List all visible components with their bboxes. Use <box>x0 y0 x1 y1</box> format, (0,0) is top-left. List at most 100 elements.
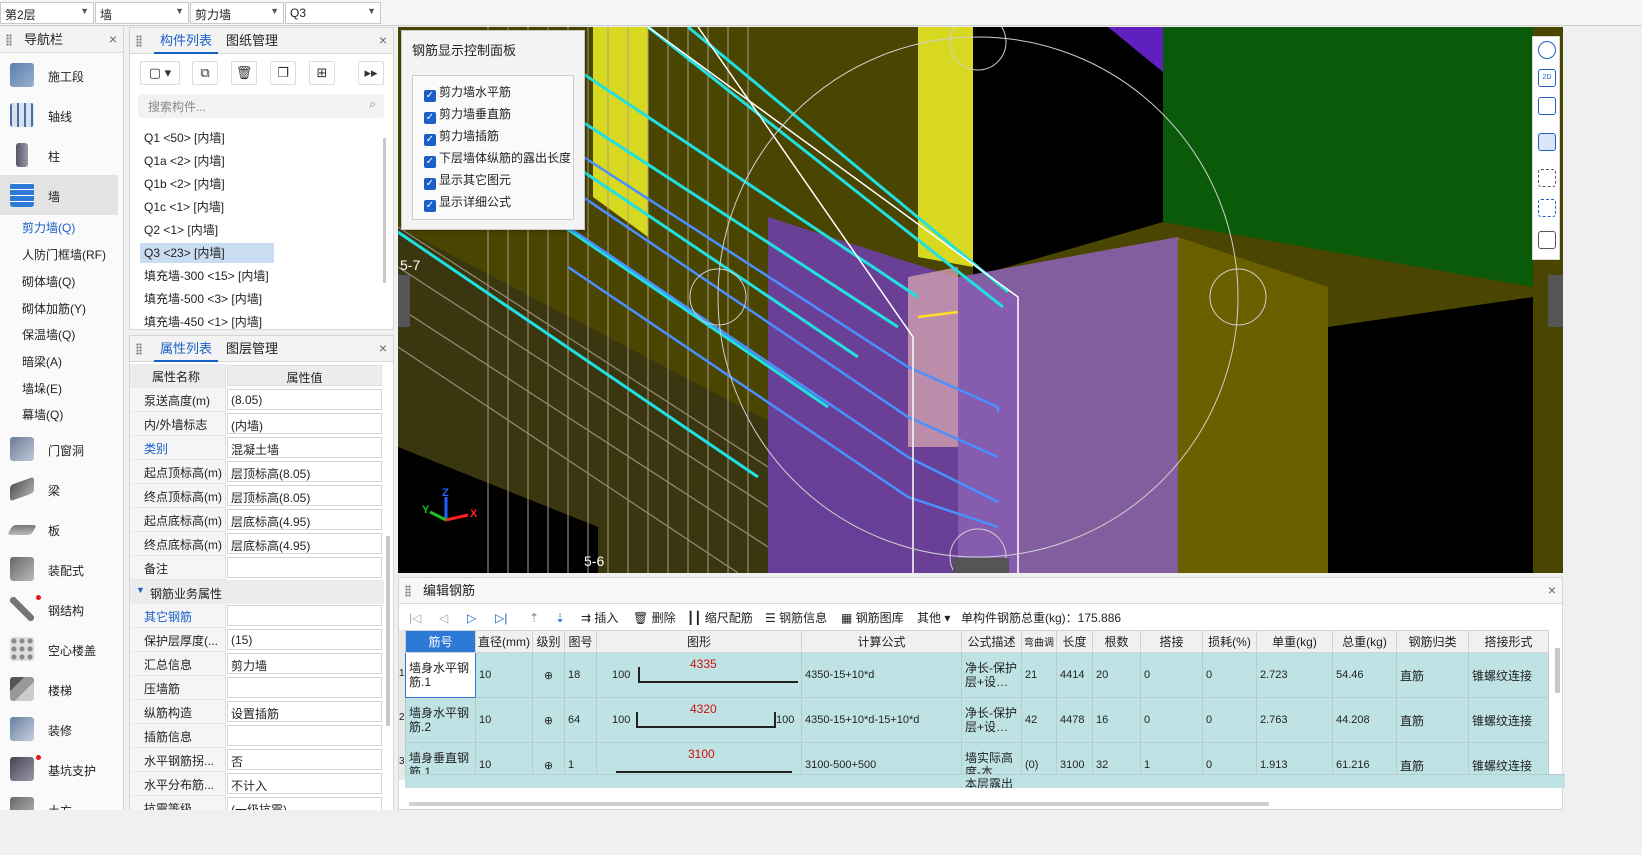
cube-select-icon[interactable] <box>1538 199 1556 217</box>
nav-sub-wall-pier[interactable]: 墙垛(E) <box>22 378 62 400</box>
nav-item-hollow-floor[interactable]: 空心楼盖 <box>0 629 118 669</box>
figure-number-cell[interactable]: 64 <box>564 697 597 743</box>
component-dropdown[interactable]: Q3 ▼ <box>285 2 381 24</box>
nav-sub-civil-defense-wall[interactable]: 人防门框墙(RF) <box>22 244 106 266</box>
rebar-class-cell[interactable]: 直筋 <box>1396 697 1469 743</box>
prev-record-button[interactable]: ◁ <box>439 608 448 628</box>
property-value-input[interactable]: 否 <box>227 749 382 770</box>
grade-cell[interactable]: ⊕ <box>532 697 565 743</box>
move-up-icon[interactable]: ⇡ <box>529 608 539 628</box>
insert-button[interactable]: ⇉ 插入 <box>581 608 618 628</box>
formula-desc-cell[interactable]: 净长-保护层+设… <box>961 697 1022 743</box>
save-layer-button[interactable]: ⊞ <box>309 61 335 85</box>
property-value-input[interactable] <box>227 605 382 626</box>
property-value-input[interactable] <box>227 725 382 746</box>
total-weight-cell[interactable]: 54.46 <box>1332 652 1397 698</box>
horizontal-scrollbar[interactable] <box>409 802 1269 806</box>
unit-weight-cell[interactable]: 2.763 <box>1256 697 1333 743</box>
bend-cell[interactable]: 42 <box>1021 697 1057 743</box>
property-value-input[interactable]: 层顶标高(8.05) <box>227 461 382 482</box>
drag-grip-icon[interactable] <box>136 343 142 355</box>
delete-row-button[interactable]: 🗑 删除 <box>633 608 676 628</box>
category-dropdown[interactable]: 墙 ▼ <box>95 2 189 24</box>
checkbox-exposed-length[interactable]: ✓ 下层墙体纵筋的露出长度 <box>424 148 571 168</box>
component-item[interactable]: Q1b <2> [内墙] <box>140 174 225 194</box>
scrollbar[interactable] <box>383 138 386 283</box>
component-item[interactable]: Q1a <2> [内墙] <box>140 151 225 171</box>
shape-cell[interactable]: 100 4335 <box>596 652 802 698</box>
rebar-class-cell[interactable]: 直筋 <box>1396 652 1469 698</box>
column-header[interactable]: 根数 <box>1092 630 1141 653</box>
close-icon[interactable]: × <box>379 32 387 48</box>
shape-cell[interactable]: 100 4320 100 <box>596 697 802 743</box>
rebar-name-cell[interactable]: 墙身水平钢筋.2 <box>405 697 476 743</box>
nav-item-axis[interactable]: 轴线 <box>0 95 118 135</box>
column-header[interactable]: 图形 <box>596 630 802 653</box>
nav-sub-insulation-wall[interactable]: 保温墙(Q) <box>22 324 75 346</box>
copy-button[interactable]: ⧉ <box>192 61 218 85</box>
nav-item-construction-segment[interactable]: 施工段 <box>0 55 118 95</box>
drag-grip-icon[interactable] <box>405 585 411 597</box>
property-value-input[interactable]: (15) <box>227 629 382 650</box>
nav-item-beam[interactable]: 梁 <box>0 469 118 509</box>
nav-item-steel-structure[interactable]: 钢结构 <box>0 589 118 629</box>
other-dropdown[interactable]: 其他 ▾ <box>917 608 950 628</box>
scrollbar[interactable] <box>386 536 390 726</box>
checkbox-show-formula[interactable]: ✓ 显示详细公式 <box>424 192 511 212</box>
column-header[interactable]: 筋号 <box>405 630 476 653</box>
property-value-input[interactable]: 不计入 <box>227 773 382 794</box>
checkbox-vertical-rebar[interactable]: ✓ 剪力墙垂直筋 <box>424 104 511 124</box>
component-item[interactable]: 填充墙-500 <3> [内墙] <box>140 289 262 309</box>
component-item[interactable]: Q1 <50> [内墙] <box>140 128 225 148</box>
component-item[interactable]: 填充墙-300 <15> [内墙] <box>140 266 269 286</box>
property-value-input[interactable] <box>227 677 382 698</box>
property-value-input[interactable]: 层底标高(4.95) <box>227 533 382 554</box>
property-value-input[interactable]: 层底标高(4.95) <box>227 509 382 530</box>
lap-form-cell[interactable]: 锥螺纹连接 <box>1468 652 1549 698</box>
checkbox-show-other-elements[interactable]: ✓ 显示其它图元 <box>424 170 511 190</box>
nav-item-door-window[interactable]: 门窗洞 <box>0 429 118 469</box>
column-header[interactable]: 图号 <box>564 630 597 653</box>
loss-cell[interactable]: 0 <box>1202 652 1257 698</box>
lap-cell[interactable]: 0 <box>1140 697 1203 743</box>
close-icon[interactable]: × <box>379 340 387 356</box>
rebar-library-button[interactable]: ▦ 钢筋图库 <box>841 608 904 628</box>
column-header[interactable]: 单重(kg) <box>1256 630 1333 653</box>
count-cell[interactable]: 16 <box>1092 697 1141 743</box>
orbit-icon[interactable] <box>1538 41 1556 59</box>
right-collapse-handle[interactable] <box>1548 275 1563 327</box>
rebar-info-button[interactable]: ☰ 钢筋信息 <box>765 608 827 628</box>
total-weight-cell[interactable]: 44.208 <box>1332 697 1397 743</box>
column-header[interactable]: 直径(mm) <box>475 630 533 653</box>
drag-grip-icon[interactable] <box>6 34 12 46</box>
nav-item-prefab[interactable]: 装配式 <box>0 549 118 589</box>
solid-view-icon[interactable] <box>1538 133 1556 151</box>
column-header[interactable]: 弯曲调 <box>1021 630 1057 653</box>
diameter-cell[interactable]: 10 <box>475 697 533 743</box>
next-record-button[interactable]: ▷ <box>467 608 476 628</box>
column-header[interactable]: 级别 <box>532 630 565 653</box>
nav-sub-shear-wall[interactable]: 剪力墙(Q) <box>22 217 75 239</box>
column-header[interactable]: 计算公式 <box>801 630 962 653</box>
table-row[interactable]: 墙身水平钢筋.2 10 ⊕ 64 100 4320 100 4350-15+10*d… <box>405 697 1549 743</box>
drag-grip-icon[interactable] <box>136 35 142 47</box>
nav-sub-masonry-wall[interactable]: 砌体墙(Q) <box>22 271 75 293</box>
new-component-button[interactable]: ▢ ▾ <box>140 61 180 85</box>
tab-component-list[interactable]: 构件列表 <box>154 28 219 54</box>
table-row-partial[interactable]: 本层露出 <box>405 774 1565 788</box>
nav-item-wall[interactable]: 墙 <box>0 175 118 215</box>
first-record-button[interactable]: |◁ <box>409 608 421 628</box>
move-down-icon[interactable]: ⇣ <box>555 608 565 628</box>
column-header[interactable]: 损耗(%) <box>1202 630 1257 653</box>
lap-form-cell[interactable]: 锥螺纹连接 <box>1468 697 1549 743</box>
2d-view-icon[interactable]: 2D <box>1538 69 1556 87</box>
formula-desc-cell[interactable]: 净长-保护层+设… <box>961 652 1022 698</box>
column-header[interactable]: 总重(kg) <box>1332 630 1397 653</box>
grade-cell[interactable]: ⊕ <box>532 652 565 698</box>
scrollbar[interactable] <box>1555 648 1560 693</box>
scale-rebar-button[interactable]: ┃┃ 缩尺配筋 <box>687 608 753 628</box>
component-item-selected[interactable]: Q3 <23> [内墙] <box>140 243 274 263</box>
property-value-input[interactable]: 混凝土墙 <box>227 437 382 458</box>
fit-view-icon[interactable] <box>1538 169 1556 187</box>
expand-icon[interactable]: ▼ <box>136 585 145 595</box>
